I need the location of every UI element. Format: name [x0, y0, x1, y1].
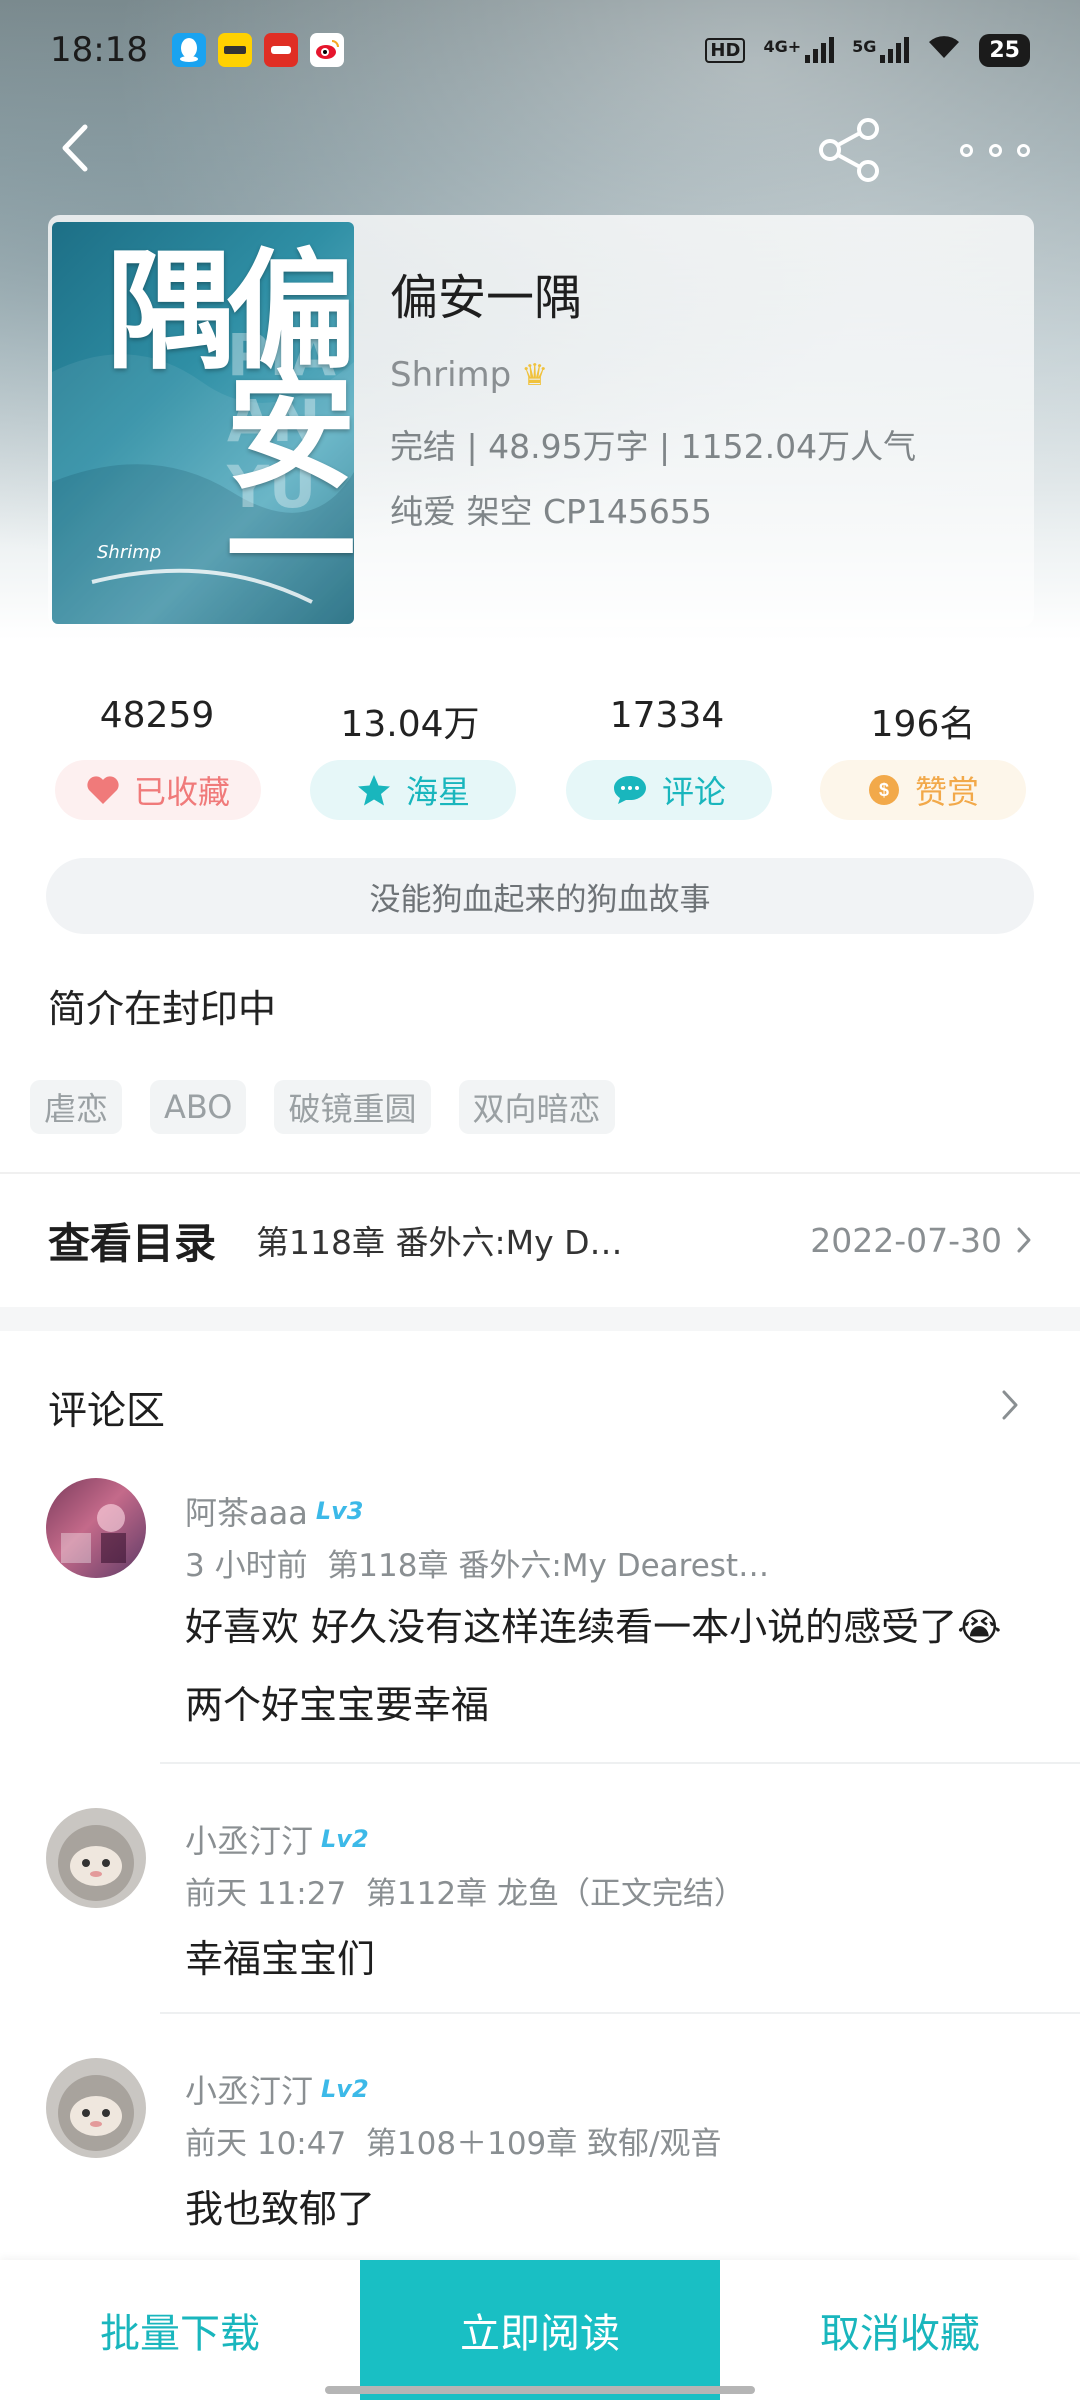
avatar[interactable]	[46, 1808, 146, 1908]
batch-download-button[interactable]: 批量下载	[0, 2260, 360, 2400]
stat-favorites-count: 48259	[99, 695, 215, 736]
comments-more-button[interactable]	[1000, 1388, 1030, 1428]
dot-icon	[1017, 143, 1030, 157]
stat-tips-count: 196名	[870, 704, 976, 745]
coin-icon: $	[868, 775, 899, 805]
level-badge: Lv2	[321, 1825, 369, 1853]
divider	[160, 2012, 1080, 2014]
crown-badge-icon: ♛	[521, 357, 549, 393]
book-meta: 完结 | 48.95万字 | 1152.04万人气	[390, 427, 917, 466]
status-bar: 18:18 HD 4G+ 5G 25	[0, 0, 1080, 100]
divider	[0, 1172, 1080, 1174]
starfish-button[interactable]: 海星	[310, 760, 516, 820]
comment-user[interactable]: 阿茶aaa Lv3	[185, 1488, 363, 1534]
bottom-action-bar: 批量下载 立即阅读 取消收藏	[0, 2260, 1080, 2400]
dot-icon	[988, 143, 1002, 157]
dot-icon	[960, 143, 973, 157]
avatar[interactable]	[46, 1478, 146, 1578]
cover-title: 偏安一隅	[84, 242, 354, 602]
comment-button[interactable]: 评论	[566, 760, 772, 820]
stat-comments-count: 17334	[609, 695, 725, 736]
weibo-icon	[309, 33, 344, 67]
share-icon	[819, 118, 879, 182]
book-slogan: 没能狗血起来的狗血故事	[46, 858, 1034, 934]
book-author[interactable]: Shrimp ♛	[390, 355, 548, 395]
notification-icons	[171, 33, 344, 67]
section-divider	[0, 1307, 1080, 1331]
book-intro: 简介在封印中	[48, 987, 277, 1031]
tag-chip[interactable]: ABO	[150, 1080, 247, 1134]
tip-button[interactable]: $ 赞赏	[820, 760, 1026, 820]
chevron-left-icon	[62, 124, 88, 172]
meituan-icon	[217, 33, 252, 67]
stat-starfish-count: 13.04万	[340, 704, 480, 745]
level-badge: Lv3	[315, 1497, 364, 1525]
tag-chip[interactable]: 虐恋	[30, 1080, 123, 1134]
signal-5g-icon: 5G	[852, 37, 910, 63]
book-cover[interactable]: PIA AN YU 偏安一隅 Shrimp	[52, 222, 354, 624]
table-of-contents-row[interactable]: 查看目录 第118章 番外六:My D… 2022-07-30	[0, 1175, 1080, 1305]
comments-section-title: 评论区	[48, 1389, 166, 1434]
tag-chip[interactable]: 破镜重圆	[274, 1080, 431, 1134]
chevron-right-icon	[1002, 1390, 1018, 1420]
comment-text: 幸福宝宝们	[185, 1937, 376, 1981]
book-title: 偏安一隅	[390, 270, 583, 326]
avatar[interactable]	[46, 2058, 146, 2158]
home-indicator[interactable]	[325, 2386, 755, 2394]
read-now-button[interactable]: 立即阅读	[360, 2260, 720, 2400]
qq-icon	[171, 33, 206, 67]
status-time: 18:18	[50, 30, 148, 70]
chevron-right-icon	[1017, 1227, 1031, 1253]
tag-chip[interactable]: 双向暗恋	[458, 1080, 615, 1134]
signal-4g-icon: 4G+	[763, 37, 835, 63]
heart-icon	[87, 776, 119, 804]
cover-author: Shrimp	[97, 542, 162, 563]
comment-user[interactable]: 小丞汀汀 Lv2	[185, 1816, 369, 1862]
comment-text: 我也致郁了	[185, 2187, 376, 2231]
comment-meta: 前天 10:47 第108＋109章 致郁/观音	[185, 2126, 722, 2162]
battery-icon: 25	[979, 33, 1030, 67]
divider	[160, 1762, 1080, 1764]
comment-meta: 3 小时前 第118章 番外六:My Dearest…	[185, 1548, 770, 1584]
latest-chapter: 第118章 番外六:My D…	[256, 1223, 623, 1262]
wifi-icon	[927, 34, 961, 66]
pinduoduo-icon	[263, 33, 298, 67]
status-indicators: HD 4G+ 5G 25	[705, 33, 1030, 67]
author-name: Shrimp	[390, 355, 512, 395]
unfavorite-button[interactable]: 取消收藏	[720, 2260, 1080, 2400]
comment-meta: 前天 11:27 第112章 龙鱼（正文完结）	[185, 1876, 745, 1912]
tag-list: 虐恋 ABO 破镜重圆 双向暗恋	[30, 1080, 615, 1134]
book-category: 纯爱 架空 CP145655	[390, 492, 712, 531]
share-button[interactable]	[815, 115, 885, 185]
star-icon	[357, 775, 390, 806]
comment-user[interactable]: 小丞汀汀 Lv2	[185, 2066, 369, 2112]
toc-label: 查看目录	[48, 1218, 217, 1268]
comment-bubble-icon	[613, 776, 646, 804]
hd-icon: HD	[705, 37, 746, 63]
more-button[interactable]	[960, 125, 1030, 175]
favorited-button[interactable]: 已收藏	[55, 760, 261, 820]
comment-text: 好喜欢 好久没有这样连续看一本小说的感受了😭两个好宝宝要幸福	[185, 1605, 1002, 1727]
update-date: 2022-07-30	[810, 1221, 1032, 1260]
svg-text:$: $	[879, 780, 889, 800]
back-button[interactable]	[50, 118, 100, 178]
level-badge: Lv2	[321, 2075, 369, 2103]
